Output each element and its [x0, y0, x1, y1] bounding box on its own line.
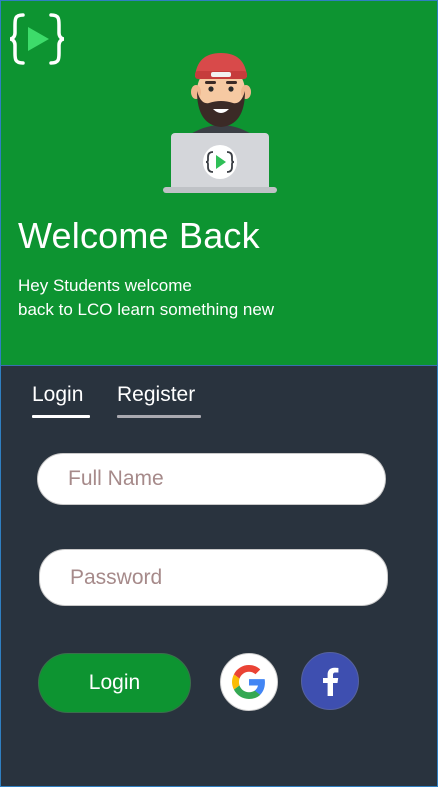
password-input[interactable] [70, 550, 367, 605]
welcome-subtitle-line-1: Hey Students welcome [18, 276, 192, 295]
full-name-input[interactable] [68, 454, 365, 504]
welcome-subtitle-line-2: back to LCO learn something new [18, 300, 275, 319]
tab-register[interactable]: Register [117, 383, 201, 418]
tab-login-underline [32, 415, 90, 418]
login-page: Welcome Back Hey Students welcome back t… [0, 0, 438, 787]
login-button[interactable]: Login [38, 653, 191, 713]
password-field [39, 549, 388, 606]
tab-register-underline [117, 415, 201, 418]
google-icon [232, 665, 265, 699]
welcome-hero: Welcome Back Hey Students welcome back t… [1, 1, 437, 366]
welcome-subtitle: Hey Students welcome back to LCO learn s… [18, 274, 338, 322]
login-button-label: Login [88, 671, 141, 694]
full-name-field [37, 453, 386, 505]
tab-login-label: Login [32, 383, 84, 406]
google-login-button[interactable] [220, 653, 278, 711]
facebook-icon [323, 667, 339, 696]
tab-register-label: Register [117, 383, 196, 406]
developer-laptop-illustration [163, 53, 277, 193]
welcome-title: Welcome Back [18, 215, 260, 256]
tab-login[interactable]: Login [32, 383, 90, 418]
code-play-logo-icon [9, 13, 65, 65]
facebook-login-button[interactable] [301, 652, 359, 710]
